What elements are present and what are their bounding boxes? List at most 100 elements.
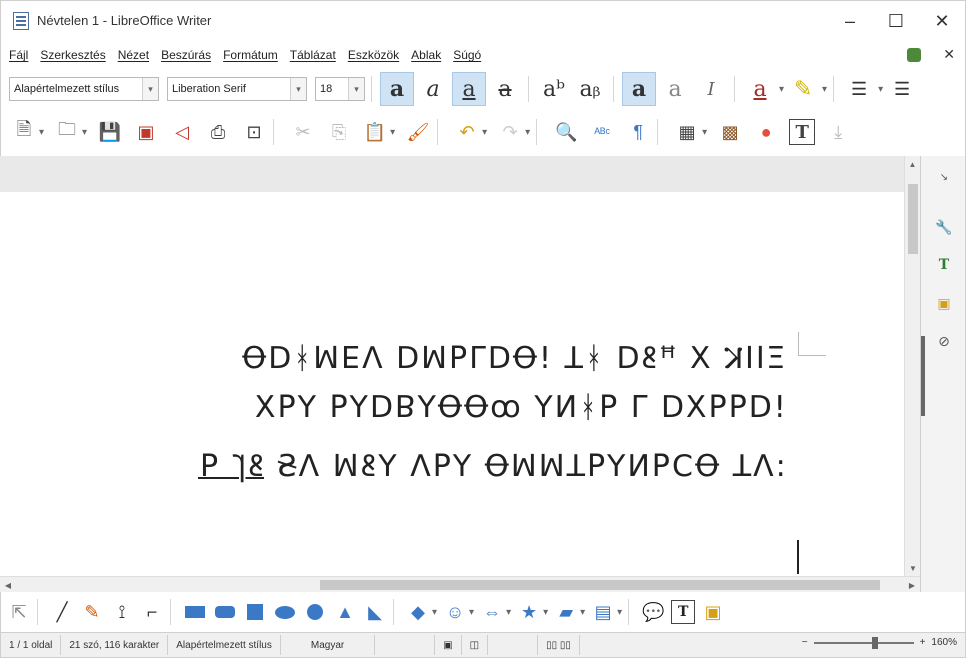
chevron-down-icon[interactable]: ▾ xyxy=(543,607,548,618)
text-box-icon[interactable]: T xyxy=(671,600,696,624)
document-canvas[interactable]: ΞIIⲔ ⵝ ꟸꝸꓷ ᚼꓕ !Ꝋꓷꓶꟼꟽꓷ ꓥꓱꟽᚼꓷꝊ !ꓷꟼꟼꓫꓷ ꓶ ꟼᚼ… xyxy=(0,156,920,576)
chevron-down-icon[interactable]: ▾ xyxy=(779,84,784,95)
chevron-down-icon[interactable]: ▾ xyxy=(702,127,707,138)
chevron-down-icon[interactable]: ▾ xyxy=(348,78,364,100)
new-document-icon[interactable]: 🗎 xyxy=(11,119,37,145)
find-replace-icon[interactable]: 🔍 xyxy=(553,119,579,145)
chevron-down-icon[interactable]: ▾ xyxy=(878,84,883,95)
text-line-3[interactable]: :ꓥꓕ ꝊꓛꟼꓠꓬꟼꓕꟽꟽꝊ ꓬꟼꓥ ꓬꝸꟽ ꓥꞨ ꝸꞄ ꟼ xyxy=(198,444,786,485)
view-layout-icon[interactable]: ▯▯ ▯▯ xyxy=(538,635,580,655)
paste-icon[interactable]: 📋 xyxy=(362,119,388,145)
chevron-down-icon[interactable]: ▾ xyxy=(482,127,487,138)
connector-icon[interactable]: ⌐ xyxy=(140,600,164,624)
redo-icon[interactable]: ↷ xyxy=(497,119,523,145)
font-name-combo[interactable]: Liberation Serif ▾ xyxy=(167,77,307,101)
shadow-button[interactable]: a xyxy=(622,72,656,106)
chevron-down-icon[interactable]: ▾ xyxy=(432,607,437,618)
insert-table-icon[interactable]: ▦ xyxy=(674,119,700,145)
stars-icon[interactable]: ★ xyxy=(517,600,541,624)
chevron-down-icon[interactable]: ▾ xyxy=(469,607,474,618)
underline-button[interactable]: a xyxy=(452,72,486,106)
menu-edit[interactable]: Szerkesztés xyxy=(40,48,105,62)
insert-image-icon[interactable]: ▩ xyxy=(717,119,743,145)
word-count[interactable]: 21 szó, 116 karakter xyxy=(61,635,169,655)
scroll-right-icon[interactable]: ▶ xyxy=(904,577,920,593)
scroll-down-icon[interactable]: ▼ xyxy=(905,560,921,576)
zoom-percent[interactable]: 160% xyxy=(931,637,957,648)
insert-mode[interactable] xyxy=(375,635,436,655)
outline-button[interactable]: a xyxy=(658,72,692,106)
send-icon[interactable]: ◁ xyxy=(169,119,195,145)
ellipse-icon[interactable] xyxy=(273,600,297,624)
menu-file[interactable]: Fájl xyxy=(9,48,28,62)
styles-icon[interactable]: T xyxy=(935,256,953,274)
chevron-down-icon[interactable]: ▾ xyxy=(617,607,622,618)
clear-formatting-button[interactable]: I xyxy=(694,72,728,106)
menu-view[interactable]: Nézet xyxy=(118,48,149,62)
text-line-2[interactable]: !ꓷꟼꟼꓫꓷ ꓶ ꟼᚼꓠꓬ ꝏꝊꝊꓬꓭꓷꓬꟼ ꓬꟼꓫ xyxy=(253,390,786,425)
page-count[interactable]: 1 / 1 oldal xyxy=(1,635,62,655)
text-line-1[interactable]: ΞIIⲔ ⵝ ꟸꝸꓷ ᚼꓕ !Ꝋꓷꓶꟼꟽꓷ ꓥꓱꟽᚼꓷꝊ xyxy=(240,336,786,377)
insert-chart-icon[interactable]: ● xyxy=(753,119,779,145)
insert-page-break-icon[interactable]: ⤓ xyxy=(825,119,851,145)
chevron-down-icon[interactable]: ▾ xyxy=(525,127,530,138)
close-button[interactable]: ✕ xyxy=(919,1,965,41)
maximize-button[interactable]: ☐ xyxy=(873,1,919,41)
font-color-button[interactable]: a xyxy=(743,72,777,106)
vertical-scrollbar[interactable]: ▲ ▼ xyxy=(904,156,920,576)
right-triangle-icon[interactable]: ◣ xyxy=(363,600,387,624)
save-icon[interactable]: 💾 xyxy=(97,119,123,145)
text-line-3-main[interactable]: :ꓥꓕ ꝊꓛꟼꓠꓬꟼꓕꟽꟽꝊ ꓬꟼꓥ ꓬꝸꟽ ꓥꞨ xyxy=(276,449,786,484)
circle-icon[interactable] xyxy=(303,600,327,624)
close-document-button[interactable]: ✕ xyxy=(943,46,955,63)
document-modified-icon[interactable]: ◫ xyxy=(462,635,489,655)
chevron-down-icon[interactable]: ▾ xyxy=(506,607,511,618)
selection-mode-icon[interactable]: ▣ xyxy=(435,635,462,655)
document-page[interactable]: ΞIIⲔ ⵝ ꟸꝸꓷ ᚼꓕ !Ꝋꓷꓶꟼꟽꓷ ꓥꓱꟽᚼꓷꝊ !ꓷꟼꟼꓫꓷ ꓶ ꟼᚼ… xyxy=(0,192,904,576)
chevron-down-icon[interactable]: ▾ xyxy=(290,78,306,100)
flowchart-icon[interactable]: ▤ xyxy=(591,600,615,624)
comment-icon[interactable]: 💬 xyxy=(641,600,665,624)
vertical-scroll-thumb[interactable] xyxy=(908,184,918,254)
minimize-button[interactable]: – xyxy=(827,1,873,41)
chevron-down-icon[interactable]: ▾ xyxy=(822,84,827,95)
font-size-combo[interactable]: 18 ▾ xyxy=(315,77,365,101)
line-icon[interactable]: ╱ xyxy=(50,600,74,624)
horizontal-scrollbar[interactable]: ◀ ▶ xyxy=(0,576,920,592)
menu-table[interactable]: Táblázat xyxy=(290,48,336,62)
rounded-rectangle-icon[interactable] xyxy=(213,600,237,624)
scroll-left-icon[interactable]: ◀ xyxy=(0,577,16,593)
menu-insert[interactable]: Beszúrás xyxy=(161,48,211,62)
bold-button[interactable]: a xyxy=(380,72,414,106)
chevron-down-icon[interactable]: ▾ xyxy=(142,78,158,100)
menu-tools[interactable]: Eszközök xyxy=(348,48,399,62)
strikethrough-button[interactable]: a xyxy=(488,72,522,106)
menu-help[interactable]: Súgó xyxy=(453,48,481,62)
formatting-marks-icon[interactable]: ¶ xyxy=(625,119,651,145)
bullets-icon[interactable]: ☰ xyxy=(842,72,876,106)
chevron-down-icon[interactable]: ▾ xyxy=(390,127,395,138)
insert-text-box-icon[interactable]: T xyxy=(789,119,816,145)
navigator-icon[interactable]: ⊘ xyxy=(935,332,953,350)
clone-formatting-icon[interactable]: 🖌 xyxy=(405,119,431,145)
scroll-up-icon[interactable]: ▲ xyxy=(905,156,920,172)
block-arrows-icon[interactable]: ⇔ xyxy=(480,600,504,624)
square-icon[interactable] xyxy=(243,600,267,624)
menu-window[interactable]: Ablak xyxy=(411,48,441,62)
callouts-icon[interactable]: ▰ xyxy=(554,600,578,624)
subscript-button[interactable]: aᵦ xyxy=(573,72,607,106)
chevron-down-icon[interactable]: ▾ xyxy=(39,127,44,138)
freeform-line-icon[interactable]: ✎ xyxy=(80,600,104,624)
paragraph-style-combo[interactable]: Alapértelmezett stílus ▾ xyxy=(9,77,159,101)
sidebar-menu-icon[interactable]: ↘ xyxy=(935,168,953,186)
zoom-out-button[interactable]: − xyxy=(802,637,808,648)
menu-format[interactable]: Formátum xyxy=(223,48,278,62)
gallery-icon[interactable]: ▣ xyxy=(935,294,953,312)
zoom-slider[interactable] xyxy=(813,636,914,649)
numbering-icon[interactable]: ☰ xyxy=(885,72,919,106)
undo-icon[interactable]: ↶ xyxy=(454,119,480,145)
curve-icon[interactable]: ⟟ xyxy=(110,600,134,624)
print-icon[interactable]: ⎙ xyxy=(205,119,231,145)
basic-shapes-icon[interactable]: ◆ xyxy=(406,600,430,624)
digital-signature[interactable] xyxy=(488,635,539,655)
